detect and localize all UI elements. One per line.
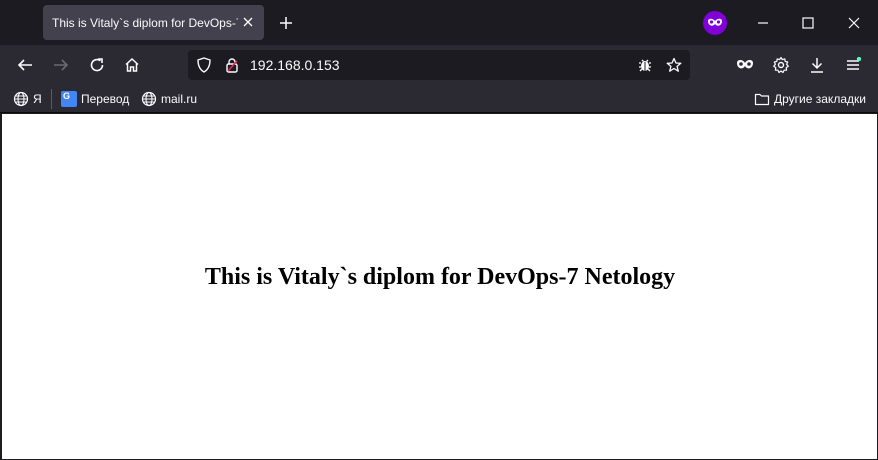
tab-active[interactable]: This is Vitaly`s diplom for DevOps-7 Net… [43, 5, 264, 40]
menu-icon[interactable] [841, 53, 865, 77]
translate-icon: G [61, 91, 77, 107]
title-bar: This is Vitaly`s diplom for DevOps-7 Net… [0, 0, 878, 45]
maximize-icon[interactable] [797, 12, 819, 34]
bookmark-label: Перевод [81, 92, 130, 106]
bookmark-ya[interactable]: Я [13, 90, 42, 108]
page-content: This is Vitaly`s diplom for DevOps-7 Net… [1, 114, 877, 459]
gear-icon[interactable] [769, 53, 793, 77]
bookmark-label: mail.ru [161, 92, 198, 106]
new-tab-plus-icon[interactable] [276, 13, 296, 33]
home-icon[interactable] [120, 53, 144, 77]
minimize-icon[interactable] [752, 12, 774, 34]
page-heading: This is Vitaly`s diplom for DevOps-7 Net… [204, 264, 676, 290]
tab-close-icon[interactable] [240, 14, 256, 30]
reload-icon[interactable] [85, 53, 109, 77]
back-icon[interactable] [13, 53, 37, 77]
bookmark-mailru[interactable]: mail.ru [141, 90, 197, 108]
bookmark-label: Я [33, 92, 42, 106]
tab-title: This is Vitaly`s diplom for DevOps-7 Net… [52, 15, 238, 30]
globe-icon [141, 91, 157, 107]
lock-icon[interactable] [223, 56, 241, 74]
bookmark-perevod[interactable]: G Перевод [61, 90, 129, 108]
bookmark-separator [51, 89, 52, 109]
other-bookmarks-label: Другие закладки [774, 92, 866, 106]
mask-icon[interactable] [733, 53, 757, 77]
star-icon[interactable] [665, 56, 683, 74]
bug-icon[interactable] [636, 56, 654, 74]
globe-icon [13, 91, 29, 107]
folder-icon [754, 93, 770, 106]
nav-bar: 192.168.0.153 [0, 45, 878, 85]
forward-icon[interactable] [49, 53, 73, 77]
private-browsing-icon[interactable] [703, 11, 727, 35]
url-bar[interactable]: 192.168.0.153 [188, 50, 690, 80]
other-bookmarks[interactable]: Другие закладки [754, 90, 866, 108]
download-icon[interactable] [805, 53, 829, 77]
bookmarks-bar: Я G Перевод mail.ru Другие закладки [0, 85, 878, 113]
shield-icon[interactable] [195, 56, 213, 74]
url-text[interactable]: 192.168.0.153 [250, 57, 340, 73]
window-close-icon[interactable] [843, 12, 865, 34]
